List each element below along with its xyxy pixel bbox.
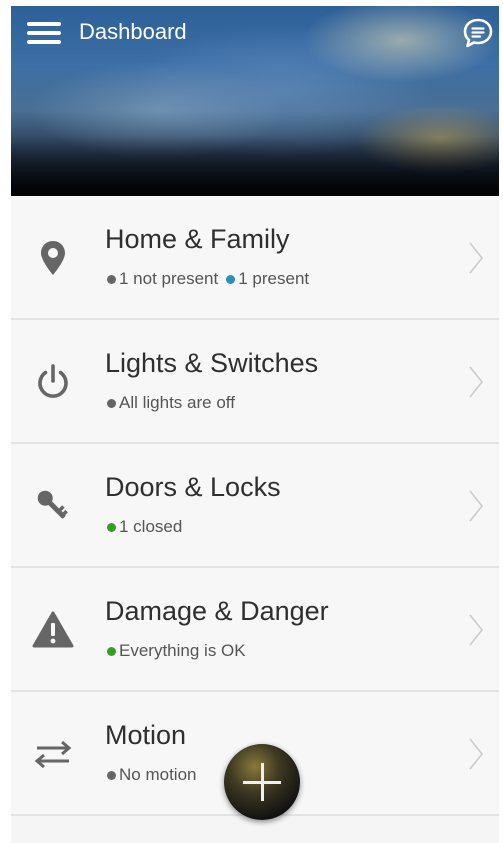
key-icon xyxy=(29,482,77,530)
status-text: 1 not present xyxy=(119,269,219,288)
location-pin-icon xyxy=(29,234,77,282)
add-button[interactable] xyxy=(224,744,300,820)
status-text: Everything is OK xyxy=(119,641,246,660)
menu-bar xyxy=(27,40,61,44)
status-dot xyxy=(107,398,116,408)
item-status: No motion xyxy=(107,764,196,786)
header-shade xyxy=(11,136,499,196)
power-icon xyxy=(29,358,77,406)
list-item-lights-switches[interactable]: Lights & Switches All lights are off xyxy=(11,320,499,444)
item-status: 1 closed xyxy=(107,516,182,538)
chevron-right-icon xyxy=(469,242,484,274)
chevron-right-icon xyxy=(469,614,484,646)
list-item-doors-locks[interactable]: Doors & Locks 1 closed xyxy=(11,444,499,568)
page-title: Dashboard xyxy=(79,19,187,44)
status-text: No motion xyxy=(119,765,197,784)
item-title: Lights & Switches xyxy=(105,348,319,378)
status-text: 1 present xyxy=(238,269,310,288)
status-text: 1 closed xyxy=(119,517,183,536)
item-status: All lights are off xyxy=(107,392,235,414)
item-title: Home & Family xyxy=(105,224,290,254)
category-list: Home & Family 1 not present 1 present Li… xyxy=(11,196,499,816)
status-dot xyxy=(107,274,116,284)
chevron-right-icon xyxy=(469,490,484,522)
chat-bubble-icon[interactable] xyxy=(461,16,495,50)
item-title: Damage & Danger xyxy=(105,596,329,626)
menu-bar xyxy=(27,22,61,26)
item-title: Motion xyxy=(105,720,187,750)
status-dot xyxy=(226,274,236,284)
item-status: 1 not present 1 present xyxy=(107,268,309,290)
arrows-exchange-icon xyxy=(29,730,77,778)
item-status: Everything is OK xyxy=(107,640,246,662)
status-dot xyxy=(107,770,116,780)
chevron-right-icon xyxy=(469,738,484,770)
status-dot xyxy=(107,522,116,532)
status-dot xyxy=(107,646,116,656)
item-title: Doors & Locks xyxy=(105,472,281,502)
menu-bar xyxy=(27,31,61,35)
status-text: All lights are off xyxy=(119,393,235,412)
list-item-home-family[interactable]: Home & Family 1 not present 1 present xyxy=(11,196,499,320)
header-banner: Dashboard xyxy=(11,6,499,196)
dashboard-screen: Dashboard Home & Family 1 not present 1 … xyxy=(11,6,499,843)
warning-icon xyxy=(29,606,77,654)
hamburger-menu-icon[interactable] xyxy=(27,20,61,46)
list-item-damage-danger[interactable]: Damage & Danger Everything is OK xyxy=(11,568,499,692)
chevron-right-icon xyxy=(469,366,484,398)
